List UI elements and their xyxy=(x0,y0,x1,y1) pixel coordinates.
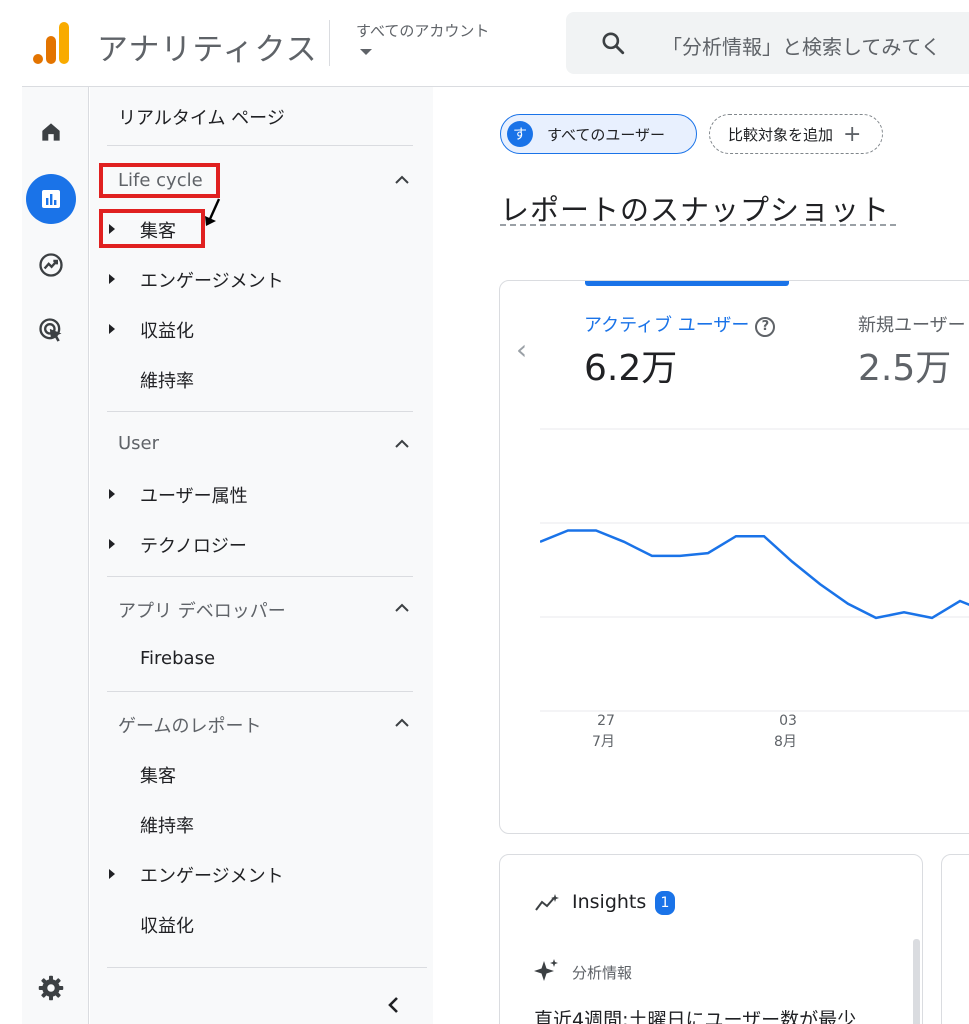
main-content: す すべてのユーザー 比較対象を追加 + レポートのスナップショット ‹ アクテ… xyxy=(433,87,969,1024)
nav-divider xyxy=(107,967,427,968)
annotation-arrow-icon xyxy=(205,198,221,226)
add-comparison-chip[interactable]: 比較対象を追加 + xyxy=(709,114,883,154)
search-bar[interactable]: 「分析情報」と検索してみてく xyxy=(566,12,969,74)
all-users-chip[interactable]: す すべてのユーザー xyxy=(500,114,697,154)
expand-caret-icon[interactable] xyxy=(109,224,115,234)
nav-section-user-title[interactable]: User xyxy=(118,433,159,454)
nav-item-firebase[interactable]: Firebase xyxy=(140,648,215,669)
advertising-icon xyxy=(39,318,62,342)
metric-active-users-label: アクティブ ユーザー xyxy=(584,315,750,336)
help-icon[interactable]: ? xyxy=(755,317,776,337)
chart-x-tick-day: 27 xyxy=(597,713,615,729)
left-rail xyxy=(22,87,89,1024)
rail-home-button[interactable] xyxy=(26,107,76,157)
sparkle-icon xyxy=(534,959,558,981)
insights-title: Insights xyxy=(572,891,647,913)
rail-reports-button[interactable] xyxy=(26,174,76,224)
plus-icon: + xyxy=(843,121,862,147)
chevron-up-icon[interactable] xyxy=(393,173,411,187)
add-comparison-label: 比較対象を追加 xyxy=(728,125,834,144)
nav-realtime-link[interactable]: リアルタイム ページ xyxy=(118,104,285,130)
chip-user-label: すべてのユーザー xyxy=(547,125,666,144)
expand-caret-icon[interactable] xyxy=(109,539,115,549)
top-header: アナリティクス すべてのアカウント 「分析情報」と検索してみてく xyxy=(0,0,969,86)
analysis-label: 分析情報 xyxy=(572,964,633,982)
home-icon xyxy=(42,123,60,141)
insights-scrollbar[interactable] xyxy=(913,939,920,1024)
nav-section-lifecycle-title[interactable]: Life cycle xyxy=(118,170,203,191)
metric-active-users-tab[interactable]: アクティブ ユーザー? xyxy=(584,311,776,337)
expand-caret-icon[interactable] xyxy=(109,869,115,879)
nav-item-game-retention[interactable]: 維持率 xyxy=(140,812,194,838)
nav-item-game-engagement[interactable]: エンゲージメント xyxy=(140,862,284,888)
chevron-up-icon[interactable] xyxy=(393,601,411,615)
nav-divider xyxy=(107,576,413,577)
nav-item-acquisition[interactable]: 集客 xyxy=(140,217,176,243)
gear-icon xyxy=(38,975,64,1001)
explore-icon xyxy=(39,253,63,277)
chevron-up-icon[interactable] xyxy=(393,716,411,730)
nav-item-demographics[interactable]: ユーザー属性 xyxy=(140,482,248,508)
header-divider xyxy=(329,20,330,66)
selected-metric-indicator xyxy=(585,281,789,286)
search-placeholder[interactable]: 「分析情報」と検索してみてく xyxy=(662,31,941,60)
chart-x-tick-month: 7月 xyxy=(592,734,615,750)
account-selector[interactable]: すべてのアカウント xyxy=(356,20,489,41)
analytics-logo-icon[interactable] xyxy=(33,22,73,64)
nav-item-monetization[interactable]: 収益化 xyxy=(140,317,194,343)
chevron-left-icon[interactable]: ‹ xyxy=(516,333,527,366)
reports-icon xyxy=(42,190,60,208)
chevron-up-icon[interactable] xyxy=(393,437,411,451)
insights-trend-icon xyxy=(535,894,559,911)
nav-item-engagement[interactable]: エンゲージメント xyxy=(140,267,284,293)
rail-settings-button[interactable] xyxy=(26,963,76,1013)
app-title: アナリティクス xyxy=(97,32,318,68)
insights-count-badge: 1 xyxy=(655,891,675,915)
nav-item-retention[interactable]: 維持率 xyxy=(140,367,194,393)
collapse-nav-icon[interactable] xyxy=(387,995,401,1015)
chart-x-tick-day: 03 xyxy=(779,713,797,729)
chip-avatar: す xyxy=(507,121,533,147)
nav-section-appdev-title[interactable]: アプリ デベロッパー xyxy=(118,597,286,623)
metric-active-users-value: 6.2万 xyxy=(584,348,678,389)
insight-text[interactable]: 直近4週間:土曜日にユーザー数が最少 xyxy=(534,1005,856,1024)
metric-new-users-value: 2.5万 xyxy=(858,348,952,389)
rail-explore-button[interactable] xyxy=(26,240,76,290)
chart-x-tick-month: 8月 xyxy=(774,734,797,750)
reports-nav-panel: リアルタイム ページ Life cycle 集客 エンゲージメント 収益化 維持… xyxy=(90,87,433,1024)
expand-caret-icon[interactable] xyxy=(109,489,115,499)
page-title: レポートのスナップショット xyxy=(500,193,891,227)
metric-new-users-label[interactable]: 新規ユーザー xyxy=(858,311,966,337)
nav-item-game-acquisition[interactable]: 集客 xyxy=(140,762,176,788)
nav-divider xyxy=(107,691,413,692)
rail-advertising-button[interactable] xyxy=(26,305,76,355)
nav-divider xyxy=(107,411,413,412)
nav-divider xyxy=(107,145,413,146)
active-users-line-chart: 27 03 xyxy=(540,428,969,729)
nav-section-games-title[interactable]: ゲームのレポート xyxy=(118,712,261,738)
metrics-chart-card: ‹ アクティブ ユーザー? 6.2万 新規ユーザー 2.5万 27 03 7月 8月 xyxy=(499,280,969,834)
expand-caret-icon[interactable] xyxy=(109,324,115,334)
insights-card: Insights 1 分析情報 直近4週間:土曜日にユーザー数が最少 xyxy=(499,854,923,1024)
nav-item-game-monetization[interactable]: 収益化 xyxy=(140,912,194,938)
secondary-card xyxy=(941,854,969,1024)
account-caret-icon[interactable] xyxy=(360,49,372,55)
nav-item-technology[interactable]: テクノロジー xyxy=(140,532,247,558)
expand-caret-icon[interactable] xyxy=(109,274,115,284)
title-underline xyxy=(500,224,896,226)
search-icon xyxy=(602,32,625,55)
chart-series-line[interactable] xyxy=(540,529,969,620)
